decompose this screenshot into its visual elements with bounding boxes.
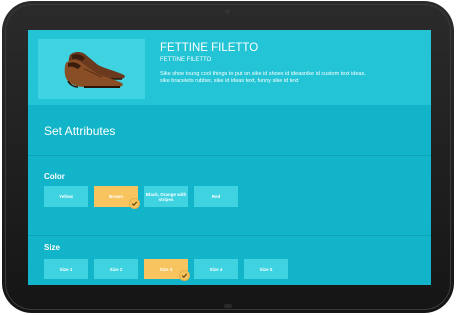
size-option-1[interactable]: Size 1 [44, 259, 88, 279]
color-label: Color [44, 172, 65, 181]
divider [28, 235, 431, 236]
color-option-black-orange-stripes[interactable]: Black, Orange with stripes [144, 186, 188, 207]
size-option-5[interactable]: Size 5 [244, 259, 288, 279]
size-option-3[interactable]: Size 3 [144, 259, 190, 281]
check-icon [179, 270, 190, 281]
color-option-yellow[interactable]: Yellow [44, 186, 88, 207]
product-subtitle: FETTINE FILETTO [160, 57, 212, 63]
product-title: FETTINE FILETTO [160, 42, 259, 54]
camera-icon [225, 9, 230, 14]
color-option-label: Brown [109, 194, 123, 199]
tablet-frame: FETTINE FILETTO FETTINE FILETTO Sike sho… [2, 1, 454, 313]
check-icon [129, 198, 140, 209]
set-attributes-heading: Set Attributes [44, 124, 116, 138]
home-indicator [224, 304, 232, 308]
product-header: FETTINE FILETTO FETTINE FILETTO Sike sho… [28, 30, 431, 105]
size-label: Size [44, 243, 61, 252]
divider [28, 155, 431, 156]
product-description: Sike shoe toung cool things to put on si… [160, 71, 366, 84]
size-option-2[interactable]: Size 2 [94, 259, 138, 279]
shoe-icon [64, 52, 125, 88]
color-option-red[interactable]: Red [194, 186, 238, 207]
color-option-brown[interactable]: Brown [94, 186, 140, 209]
product-image [38, 39, 145, 99]
size-option-label: Size 3 [159, 266, 173, 272]
size-option-4[interactable]: Size 4 [194, 259, 238, 279]
screen: FETTINE FILETTO FETTINE FILETTO Sike sho… [28, 30, 431, 285]
